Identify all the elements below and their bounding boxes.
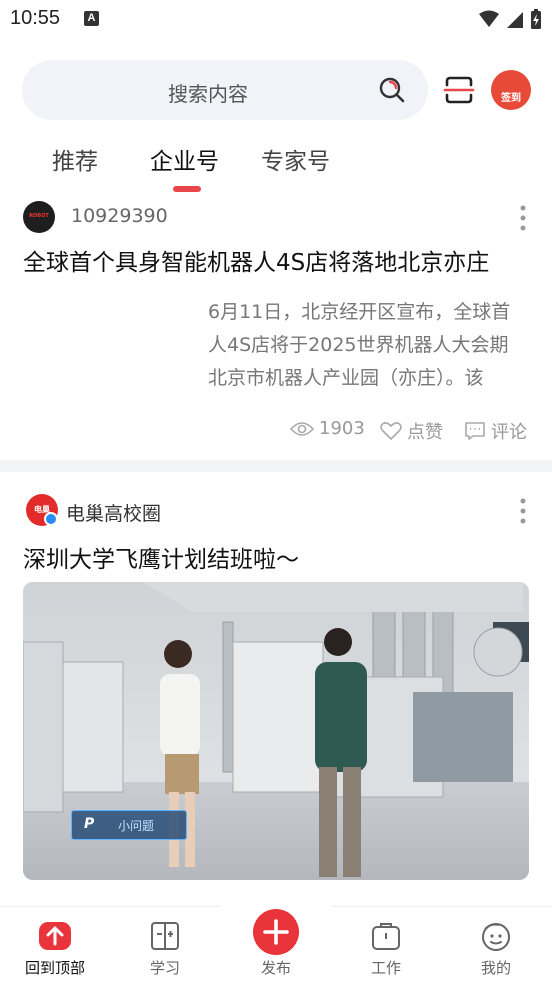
nav-profile[interactable]: 我的 — [441, 907, 551, 983]
tab-enterprise[interactable]: 企业号 — [150, 142, 219, 176]
article-excerpt[interactable]: 6月11日，北京经开区宣布，全球首 人4S店将于2025世界机器人大会期 北京市… — [208, 296, 529, 396]
excerpt-line: 6月11日，北京经开区宣布，全球首 — [208, 301, 511, 323]
more-options-icon[interactable] — [519, 498, 527, 524]
publish-plus-icon — [263, 919, 289, 945]
comment-icon — [465, 422, 485, 440]
nav-label: 学习 — [149, 959, 180, 977]
nav-label: 发布 — [260, 959, 291, 977]
feed-tabs: 推荐 企业号 专家号 — [0, 138, 552, 190]
study-icon — [151, 922, 179, 950]
tab-recommend[interactable]: 推荐 — [52, 142, 98, 176]
nav-study[interactable]: 学习 — [110, 907, 220, 983]
article-cover-image[interactable]: P 小问题 — [23, 582, 529, 880]
feed-card[interactable]: 电巢 电巢高校圈 深圳大学飞鹰计划结班啦～ P 小问题 — [0, 472, 552, 912]
cellular-icon — [507, 12, 523, 28]
checkin-label: 签到 — [501, 93, 521, 104]
status-bar: 10:55 A — [0, 0, 552, 38]
back-to-top-icon — [39, 922, 71, 950]
status-icons — [478, 8, 542, 30]
a-icon: A — [84, 11, 99, 26]
like-button[interactable]: 点赞 — [380, 418, 443, 444]
nav-label: 工作 — [370, 959, 401, 977]
excerpt-line: 北京市机器人产业园（亦庄）。该 — [208, 367, 484, 389]
caption-text: 小问题 — [118, 819, 155, 833]
nav-back-to-top[interactable]: 回到顶部 — [0, 907, 110, 983]
view-count: 1903 — [290, 418, 365, 439]
like-label: 点赞 — [407, 422, 443, 443]
heart-icon — [380, 422, 402, 440]
article-title[interactable]: 深圳大学飞鹰计划结班啦～ — [23, 540, 299, 574]
avatar[interactable]: ROBOT — [23, 201, 55, 233]
comment-button[interactable]: 评论 — [464, 418, 527, 444]
author-name[interactable]: 电巢高校圈 — [66, 499, 161, 526]
avatar-logo-text: ROBOT — [29, 213, 49, 219]
verified-badge-icon — [44, 512, 58, 526]
scan-icon[interactable] — [443, 74, 475, 106]
nav-label: 我的 — [480, 959, 511, 977]
eye-icon — [290, 421, 314, 436]
checkin-button[interactable]: 签到 — [491, 70, 531, 110]
nav-work[interactable]: 工作 — [331, 907, 441, 983]
battery-charging-icon — [531, 9, 541, 29]
feed-card[interactable]: ROBOT 10929390 全球首个具身智能机器人4S店将落地北京亦庄 6月1… — [0, 192, 552, 457]
status-time: 10:55 — [10, 7, 61, 29]
tab-expert[interactable]: 专家号 — [261, 142, 330, 176]
more-options-icon[interactable] — [519, 205, 527, 231]
excerpt-line: 人4S店将于2025世界机器人大会期 — [208, 334, 509, 356]
publish-button[interactable] — [253, 909, 299, 955]
search-icon[interactable] — [378, 76, 406, 104]
author-name[interactable]: 10929390 — [71, 205, 168, 227]
video-caption-overlay: P 小问题 — [71, 810, 187, 840]
comment-label: 评论 — [491, 422, 527, 443]
wifi-icon — [479, 10, 499, 27]
feed-divider — [0, 460, 552, 472]
bottom-navigation: 回到顶部 学习 发布 工作 我的 — [0, 895, 552, 983]
nav-publish[interactable]: 发布 — [221, 907, 331, 983]
nav-label: 回到顶部 — [24, 959, 85, 977]
search-input[interactable]: 搜索内容 — [22, 60, 428, 120]
search-placeholder: 搜索内容 — [168, 82, 248, 106]
view-count-value: 1903 — [319, 418, 365, 439]
profile-icon — [482, 923, 510, 951]
article-title[interactable]: 全球首个具身智能机器人4S店将落地北京亦庄 — [23, 243, 489, 277]
work-icon — [372, 923, 400, 950]
p-logo-icon: P — [84, 816, 95, 832]
